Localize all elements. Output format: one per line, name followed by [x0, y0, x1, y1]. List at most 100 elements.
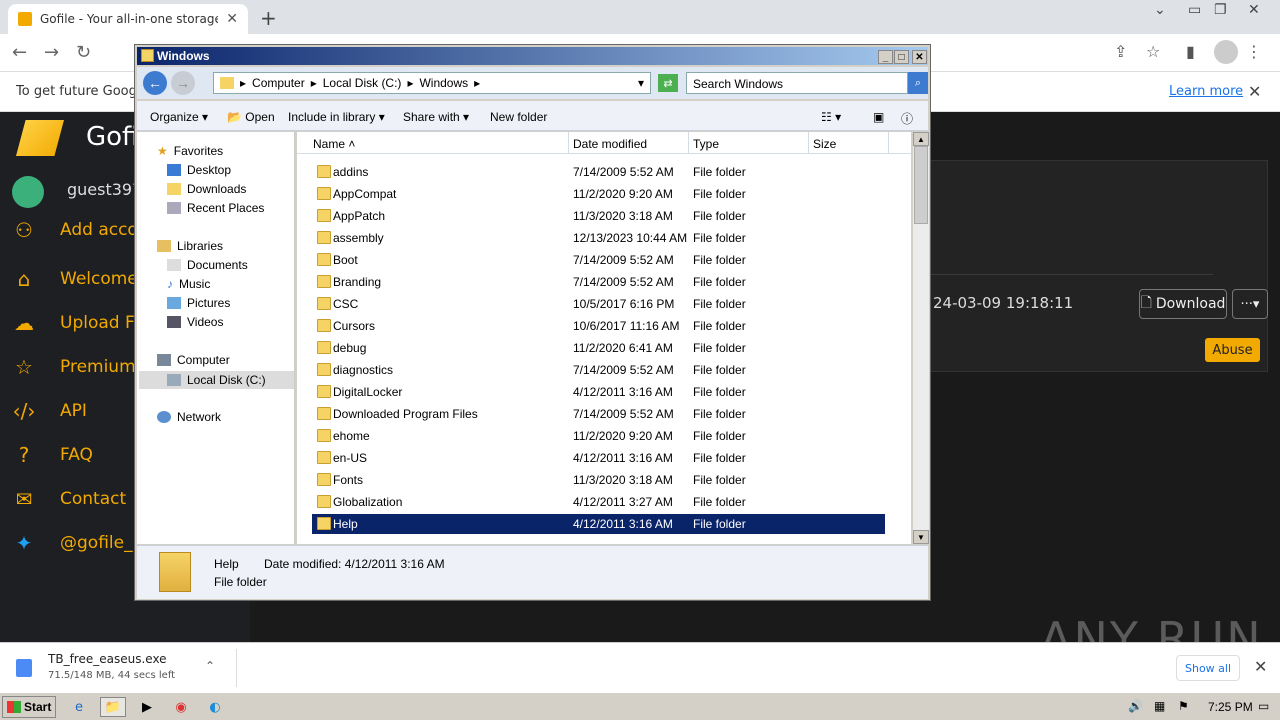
minimize-button[interactable]: _: [878, 50, 893, 64]
scroll-up-icon[interactable]: ▲: [913, 132, 929, 146]
search-input[interactable]: Search Windows: [686, 72, 908, 94]
sidebar-item-welcome[interactable]: ⌂ Welcome: [10, 267, 138, 291]
column-name[interactable]: Name ˄: [309, 132, 569, 154]
preview-pane-icon[interactable]: ▣: [873, 110, 884, 124]
file-row[interactable]: en-US 4/12/2011 3:16 AM File folder: [312, 448, 885, 468]
restore-icon[interactable]: ❐: [1214, 2, 1227, 18]
start-button[interactable]: Start: [2, 696, 56, 718]
back-icon[interactable]: ←: [12, 42, 27, 63]
breadcrumb-windows[interactable]: Windows: [419, 76, 468, 90]
nav-favorites[interactable]: ★ Favorites: [157, 144, 223, 158]
download-filename[interactable]: TB_free_easeus.exe: [48, 652, 167, 666]
open-button[interactable]: 📂 Open: [227, 110, 275, 124]
file-row[interactable]: Boot 7/14/2009 5:52 AM File folder: [312, 250, 885, 270]
scroll-down-icon[interactable]: ▼: [913, 530, 929, 544]
chrome-icon[interactable]: ◉: [168, 697, 194, 717]
organize-button[interactable]: Organize ▾: [150, 110, 208, 124]
minimize-icon[interactable]: ▭: [1188, 2, 1201, 18]
nav-computer[interactable]: Computer: [157, 353, 230, 367]
file-row[interactable]: Globalization 4/12/2011 3:27 AM File folde…: [312, 492, 885, 512]
file-row[interactable]: Cursors 10/6/2017 11:16 AM File folder: [312, 316, 885, 336]
nav-local-disk[interactable]: Local Disk (C:): [139, 371, 294, 389]
file-row[interactable]: diagnostics 7/14/2009 5:52 AM File folder: [312, 360, 885, 380]
view-options-icon[interactable]: ☷ ▾: [821, 110, 841, 124]
include-in-library-button[interactable]: Include in library ▾: [288, 110, 385, 124]
profile-avatar[interactable]: [1214, 40, 1238, 64]
close-shelf-icon[interactable]: ✕: [1254, 657, 1267, 676]
breadcrumb-computer[interactable]: Computer: [252, 76, 305, 90]
refresh-icon[interactable]: ⇄: [658, 74, 678, 92]
more-options-button[interactable]: ···▾: [1232, 289, 1268, 319]
sidebar-item-add-account[interactable]: ⚇ Add accou: [10, 218, 149, 242]
file-row[interactable]: assembly 12/13/2023 10:44 AM File folder: [312, 228, 885, 248]
nav-downloads[interactable]: Downloads: [167, 182, 246, 196]
new-tab-button[interactable]: +: [260, 6, 277, 30]
nav-network[interactable]: Network: [157, 410, 221, 424]
help-icon[interactable]: ⓘ: [901, 110, 913, 127]
nav-documents[interactable]: Documents: [167, 258, 248, 272]
close-tab-icon[interactable]: ✕: [226, 11, 238, 27]
scroll-thumb[interactable]: [914, 146, 928, 224]
file-row[interactable]: ehome 11/2/2020 9:20 AM File folder: [312, 426, 885, 446]
sidebar-item-faq[interactable]: ? FAQ: [10, 443, 93, 467]
bookmark-star-icon[interactable]: ☆: [1146, 42, 1160, 61]
share-with-button[interactable]: Share with ▾: [403, 110, 469, 124]
nav-pictures[interactable]: Pictures: [167, 296, 230, 310]
learn-more-link[interactable]: Learn more: [1169, 84, 1243, 99]
file-row[interactable]: debug 11/2/2020 6:41 AM File folder: [312, 338, 885, 358]
file-row[interactable]: AppPatch 11/3/2020 3:18 AM File folder: [312, 206, 885, 226]
new-folder-button[interactable]: New folder: [490, 110, 547, 124]
file-row[interactable]: CSC 10/5/2017 6:16 PM File folder: [312, 294, 885, 314]
explorer-taskbar-icon[interactable]: 📁: [100, 697, 126, 717]
sidebar-item-api[interactable]: ‹/› API: [10, 399, 87, 423]
show-desktop-icon[interactable]: ▭: [1258, 699, 1269, 713]
nav-libraries[interactable]: Libraries: [157, 239, 223, 253]
media-player-icon[interactable]: ▶: [134, 697, 160, 717]
network-tray-icon[interactable]: ▦: [1154, 699, 1165, 713]
chrome-menu-icon[interactable]: ⋮: [1246, 42, 1262, 61]
action-center-flag-icon[interactable]: ⚑: [1178, 699, 1189, 713]
clock[interactable]: 7:25 PM: [1208, 700, 1253, 714]
nav-videos[interactable]: Videos: [167, 315, 223, 329]
maximize-button[interactable]: □: [894, 50, 909, 64]
address-bar[interactable]: ▸ Computer ▸ Local Disk (C:) ▸ Windows ▸…: [213, 72, 651, 94]
breadcrumb-local-disk[interactable]: Local Disk (C:): [323, 76, 402, 90]
column-size[interactable]: Size: [809, 132, 889, 154]
sidebar-item-contact[interactable]: ✉ Contact: [10, 487, 127, 511]
column-date-modified[interactable]: Date modified: [569, 132, 689, 154]
abuse-button[interactable]: Abuse: [1205, 338, 1260, 362]
nav-music[interactable]: ♪ Music: [167, 277, 210, 291]
file-row[interactable]: Help 4/12/2011 3:16 AM File folder: [312, 514, 885, 534]
address-dropdown-icon[interactable]: ▾: [638, 76, 644, 90]
edge-icon[interactable]: ◐: [202, 697, 228, 717]
reload-icon[interactable]: ↻: [76, 42, 91, 63]
nav-desktop[interactable]: Desktop: [167, 163, 231, 177]
close-window-icon[interactable]: ✕: [1248, 2, 1260, 18]
share-icon[interactable]: ⇪: [1114, 42, 1127, 61]
chevron-up-icon[interactable]: ⌃: [205, 659, 215, 673]
file-row[interactable]: Branding 7/14/2009 5:52 AM File folder: [312, 272, 885, 292]
column-type[interactable]: Type: [689, 132, 809, 154]
close-button[interactable]: ✕: [912, 50, 927, 64]
nav-recent-places[interactable]: Recent Places: [167, 201, 264, 215]
side-panel-icon[interactable]: ▮: [1186, 42, 1195, 61]
show-all-button[interactable]: Show all: [1176, 655, 1240, 681]
volume-icon[interactable]: 🔊: [1128, 699, 1143, 713]
forward-button[interactable]: →: [171, 71, 195, 95]
back-button[interactable]: ←: [143, 71, 167, 95]
file-row[interactable]: addins 7/14/2009 5:52 AM File folder: [312, 162, 885, 182]
vertical-scrollbar[interactable]: ▲ ▼: [913, 132, 929, 544]
infobar-close-icon[interactable]: ✕: [1248, 82, 1261, 101]
sidebar-item-upload[interactable]: ☁ Upload File: [10, 311, 153, 335]
tab-search-icon[interactable]: ⌄: [1154, 2, 1166, 18]
file-row[interactable]: Fonts 11/3/2020 3:18 AM File folder: [312, 470, 885, 490]
ie-icon[interactable]: e: [66, 697, 92, 717]
forward-icon[interactable]: →: [44, 42, 59, 63]
sidebar-item-premium[interactable]: ☆ Premium: [10, 355, 136, 379]
sidebar-item-twitter[interactable]: ✦ @gofile_io: [10, 531, 148, 555]
explorer-titlebar[interactable]: Windows _ □ ✕: [137, 47, 928, 65]
browser-tab[interactable]: Gofile - Your all-in-one storage soluti …: [8, 4, 248, 34]
file-row[interactable]: AppCompat 11/2/2020 9:20 AM File folder: [312, 184, 885, 204]
file-row[interactable]: DigitalLocker 4/12/2011 3:16 AM File folde…: [312, 382, 885, 402]
file-row[interactable]: Downloaded Program Files 7/14/2009 5:52 A…: [312, 404, 885, 424]
